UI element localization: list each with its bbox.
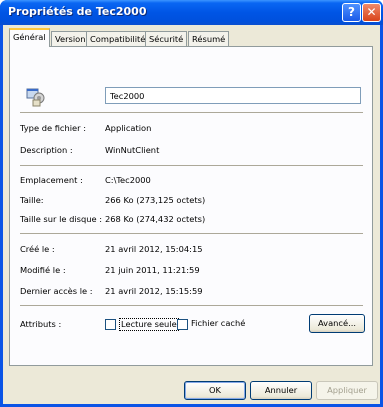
size-value: 266 Ko (273,125 octets) [105,195,206,205]
file-type-value: Application [105,123,152,133]
description-label: Description : [20,145,73,155]
file-type-label: Type de fichier : [20,123,87,133]
separator [20,165,363,166]
application-file-icon [26,88,45,107]
tab-general[interactable]: Général [9,28,50,47]
modified-value: 21 juin 2011, 11:21:59 [105,265,200,275]
description-value: WinNutClient [105,145,160,155]
modified-label: Modifié le : [20,265,66,275]
tab-version[interactable]: Version [51,31,90,46]
accessed-value: 21 avril 2012, 15:15:59 [105,286,203,296]
readonly-checkbox[interactable] [105,319,116,330]
ok-button[interactable]: OK [184,381,246,400]
created-label: Créé le : [20,244,55,254]
properties-window: Propriétés de Tec2000 ? ✕ Général Versio… [0,0,383,407]
location-value: C:\Tec2000 [105,175,151,185]
size-label: Taille: [20,195,44,205]
separator [20,305,363,306]
disk-size-value: 268 Ko (274,432 octets) [105,214,206,224]
general-panel: Tec2000 Type de fichier : Application De… [9,46,373,366]
cancel-button[interactable]: Annuler [250,381,312,400]
disk-size-label: Taille sur le disque : [20,214,103,224]
title-bar[interactable]: Propriétés de Tec2000 ? ✕ [0,0,383,25]
location-label: Emplacement : [20,175,83,185]
help-button[interactable]: ? [342,3,361,22]
window-title: Propriétés de Tec2000 [8,5,147,18]
apply-button[interactable]: Appliquer [316,381,378,400]
hidden-checkbox[interactable] [177,319,188,330]
tab-compatibility[interactable]: Compatibilité [86,31,150,46]
readonly-label[interactable]: Lecture seule [119,318,179,331]
advanced-button[interactable]: Avancé... [309,314,365,333]
hidden-label[interactable]: Fichier caché [191,318,245,329]
tab-summary[interactable]: Résumé [188,31,230,46]
accessed-label: Dernier accès le : [20,286,93,296]
attributes-label: Attributs : [20,319,62,329]
tab-security[interactable]: Sécurité [145,31,188,46]
created-value: 21 avril 2012, 15:04:15 [105,244,203,254]
dialog-client: Général Version Compatibilité Sécurité R… [3,25,380,404]
file-name-input[interactable]: Tec2000 [105,87,361,104]
separator [20,112,363,113]
separator [20,233,363,234]
close-button[interactable]: ✕ [362,3,381,22]
